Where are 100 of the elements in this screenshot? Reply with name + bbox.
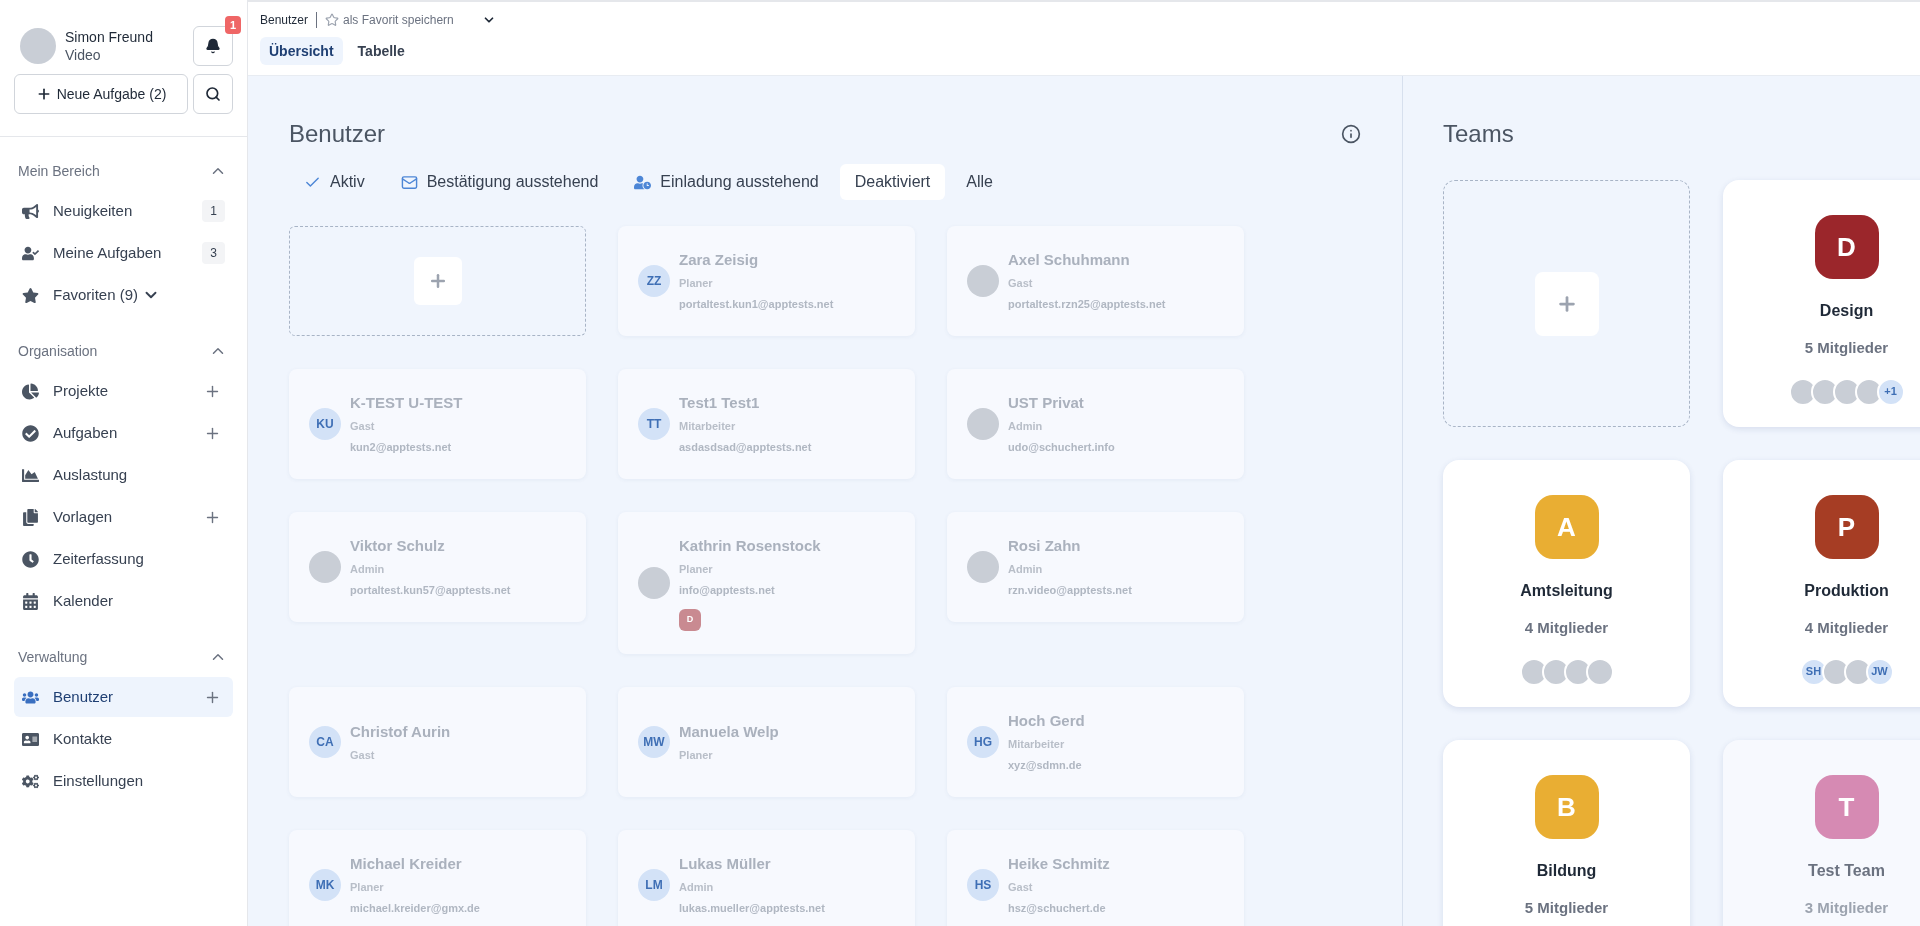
user-role: Gast: [350, 747, 376, 763]
user-card[interactable]: ZZ Zara Zeisig Planer portaltest.kun1@apptests.net: [618, 226, 915, 336]
team-card[interactable]: D Design 5 Mitglieder +1: [1723, 180, 1920, 427]
user-role: Admin: [1008, 561, 1044, 577]
filter-tab[interactable]: Aktiv: [289, 164, 380, 200]
user-email: portaltest.kun1@apptests.net: [679, 297, 834, 313]
team-card[interactable]: T Test Team 3 Mitglieder: [1723, 740, 1920, 926]
member-count: 5 Mitglieder: [1524, 898, 1609, 918]
user-card[interactable]: MK Michael Kreider Planer michael.kreider@gmx.de: [289, 830, 586, 926]
user-name: Christof Aurin: [350, 722, 451, 742]
favorite-link[interactable]: als Favorit speichern: [343, 11, 454, 29]
user-clock-icon: [634, 173, 652, 191]
user-subtitle: Video: [65, 46, 102, 64]
nav-label: Einstellungen: [53, 770, 144, 791]
user-role: Gast: [350, 418, 376, 434]
nav-item[interactable]: Einstellungen: [14, 761, 233, 801]
nav-item[interactable]: Neuigkeiten 1: [14, 191, 233, 231]
nav-item[interactable]: Kontakte: [14, 719, 233, 759]
mail-icon: [400, 173, 418, 191]
avatar-initials: HS: [967, 869, 999, 901]
notification-badge: 1: [224, 16, 241, 34]
member-count: 5 Mitglieder: [1804, 338, 1889, 358]
view-tab[interactable]: Übersicht: [260, 37, 343, 65]
nav-label: Zeiterfassung: [53, 548, 144, 569]
user-role: Planer: [679, 561, 714, 577]
user-name: Hoch Gerd: [1008, 711, 1085, 732]
team-name: Design: [1819, 301, 1874, 321]
nav-item[interactable]: Projekte: [14, 371, 233, 411]
team-name: Produktion: [1804, 581, 1889, 601]
nav-label: Meine Aufgaben: [53, 242, 162, 263]
star-icon[interactable]: [325, 13, 340, 27]
section-title: Mein Bereich: [18, 161, 100, 181]
user-email: kun2@apptests.net: [350, 440, 453, 456]
user-card[interactable]: TT Test1 Test1 Mitarbeiter asdasdsad@apptests.net: [618, 369, 915, 479]
view-tab[interactable]: Tabelle: [348, 37, 414, 65]
nav-label: Benutzer: [53, 686, 114, 707]
nav-label: Kontakte: [53, 728, 113, 749]
user-role: Mitarbeiter: [679, 418, 737, 434]
nav-item[interactable]: Aufgaben: [14, 413, 233, 453]
avatar-initials: ZZ: [638, 265, 670, 297]
search-button[interactable]: [193, 74, 233, 114]
panel-title: Teams: [1443, 119, 1515, 149]
user-role: Admin: [679, 879, 715, 895]
avatar-initials: LM: [638, 869, 670, 901]
pie-chart-icon: [22, 382, 39, 400]
member-count: 4 Mitglieder: [1524, 618, 1609, 638]
user-email: info@apptests.net: [679, 583, 776, 599]
nav-item[interactable]: Meine Aufgaben 3: [14, 233, 233, 273]
nav-item[interactable]: Favoriten (9): [14, 275, 233, 315]
user-card[interactable]: KU K-TEST U-TEST Gast kun2@apptests.net: [289, 369, 586, 479]
team-card[interactable]: B Bildung 5 Mitglieder: [1443, 740, 1690, 926]
user-email: portaltest.rzn25@apptests.net: [1008, 297, 1166, 313]
avatar-initials: JW: [1865, 657, 1894, 686]
user-role: Planer: [679, 275, 714, 291]
filter-tab[interactable]: Bestätigung ausstehend: [385, 164, 614, 200]
user-card[interactable]: HS Heike Schmitz Gast hsz@schuchert.de: [947, 830, 1244, 926]
user-card[interactable]: HG Hoch Gerd Mitarbeiter xyz@sdmn.de: [947, 687, 1244, 797]
user-name: UST Privat: [1008, 393, 1085, 414]
team-logo: D: [1814, 215, 1879, 279]
filter-tab[interactable]: Einladung ausstehend: [619, 164, 834, 200]
avatar-initials: +1: [1876, 377, 1905, 406]
filter-tab[interactable]: Alle: [951, 164, 1008, 200]
user-name: Michael Kreider: [350, 854, 463, 875]
documents-icon: [22, 508, 39, 526]
search-icon: [205, 86, 221, 102]
member-count: 4 Mitglieder: [1804, 618, 1889, 638]
nav-label: Aufgaben: [53, 422, 118, 443]
section-title: Verwaltung: [18, 647, 88, 667]
team-card[interactable]: A Amtsleitung 4 Mitglieder: [1443, 460, 1690, 707]
contact-card-icon: [22, 730, 39, 748]
avatar-initials: MW: [638, 726, 670, 758]
breadcrumb[interactable]: Benutzer: [260, 11, 309, 29]
team-logo: A: [1534, 495, 1599, 559]
user-card[interactable]: MW Manuela Welp Planer: [618, 687, 915, 797]
count-badge: 3: [202, 242, 225, 264]
info-icon[interactable]: [1341, 124, 1361, 144]
user-role: Admin: [1008, 418, 1044, 434]
filter-tab[interactable]: Deaktiviert: [839, 164, 946, 200]
user-email: lukas.mueller@apptests.net: [679, 901, 825, 917]
user-name: Axel Schuhmann: [1008, 250, 1131, 271]
nav-item[interactable]: Kalender: [14, 581, 233, 621]
user-email: portaltest.kun57@apptests.net: [350, 583, 511, 599]
user-email: udo@schuchert.info: [1008, 440, 1115, 456]
new-task-button[interactable]: Neue Aufgabe (2): [14, 74, 188, 114]
user-email: hsz@schuchert.de: [1008, 901, 1107, 917]
user-card[interactable]: LM Lukas Müller Admin lukas.mueller@apptests.net: [618, 830, 915, 926]
nav-item[interactable]: Benutzer: [14, 677, 233, 717]
team-card[interactable]: P Produktion 4 Mitglieder SH JW: [1723, 460, 1920, 707]
user-email: asdasdsad@apptests.net: [679, 440, 812, 456]
member-count: 3 Mitglieder: [1804, 898, 1889, 918]
user-name: Viktor Schulz: [350, 536, 446, 557]
nav-item[interactable]: Vorlagen: [14, 497, 233, 537]
nav-item[interactable]: Zeiterfassung: [14, 539, 233, 579]
user-role: Planer: [679, 747, 714, 763]
nav-item[interactable]: Auslastung: [14, 455, 233, 495]
user-card[interactable]: CA Christof Aurin Gast: [289, 687, 586, 797]
calendar-icon: [22, 592, 39, 610]
user-name: Kathrin Rosenstock: [679, 536, 821, 557]
nav-label: Vorlagen: [53, 506, 113, 527]
settings-icon: [22, 772, 39, 790]
